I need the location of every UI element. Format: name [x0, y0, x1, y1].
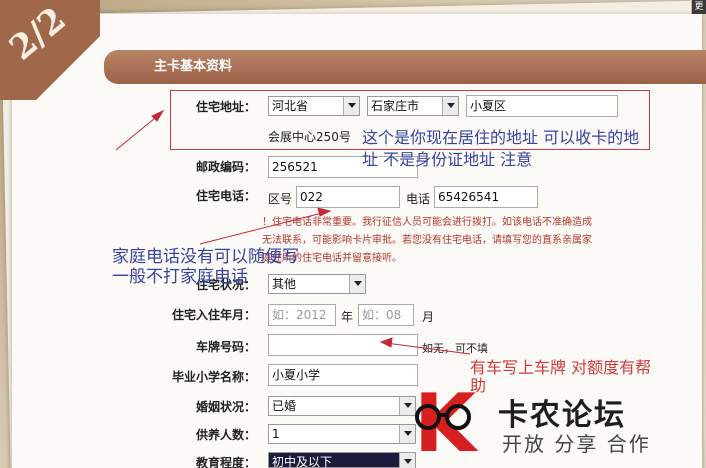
- phone-arrow: [199, 211, 327, 245]
- address-note-line1: 这个是你现在居住的地址 可以收卡的地: [362, 128, 640, 147]
- plate-arrow: [385, 342, 471, 355]
- phone-note-line2: 一般不打家庭电话: [112, 267, 248, 287]
- phone-arrowhead: [317, 207, 332, 217]
- car-note-line1: 有车写上车牌 对额度有帮: [470, 358, 652, 377]
- watermark-logo: K 卡农论坛 开放 分享 合作: [412, 384, 662, 468]
- address-note-line2: 址 不是身份证地址 注意: [362, 150, 533, 169]
- glasses-icon: [415, 404, 471, 430]
- address-arrow: [115, 113, 161, 151]
- plate-arrowhead: [379, 337, 393, 348]
- logo-slogan: 开放 分享 合作: [502, 432, 651, 456]
